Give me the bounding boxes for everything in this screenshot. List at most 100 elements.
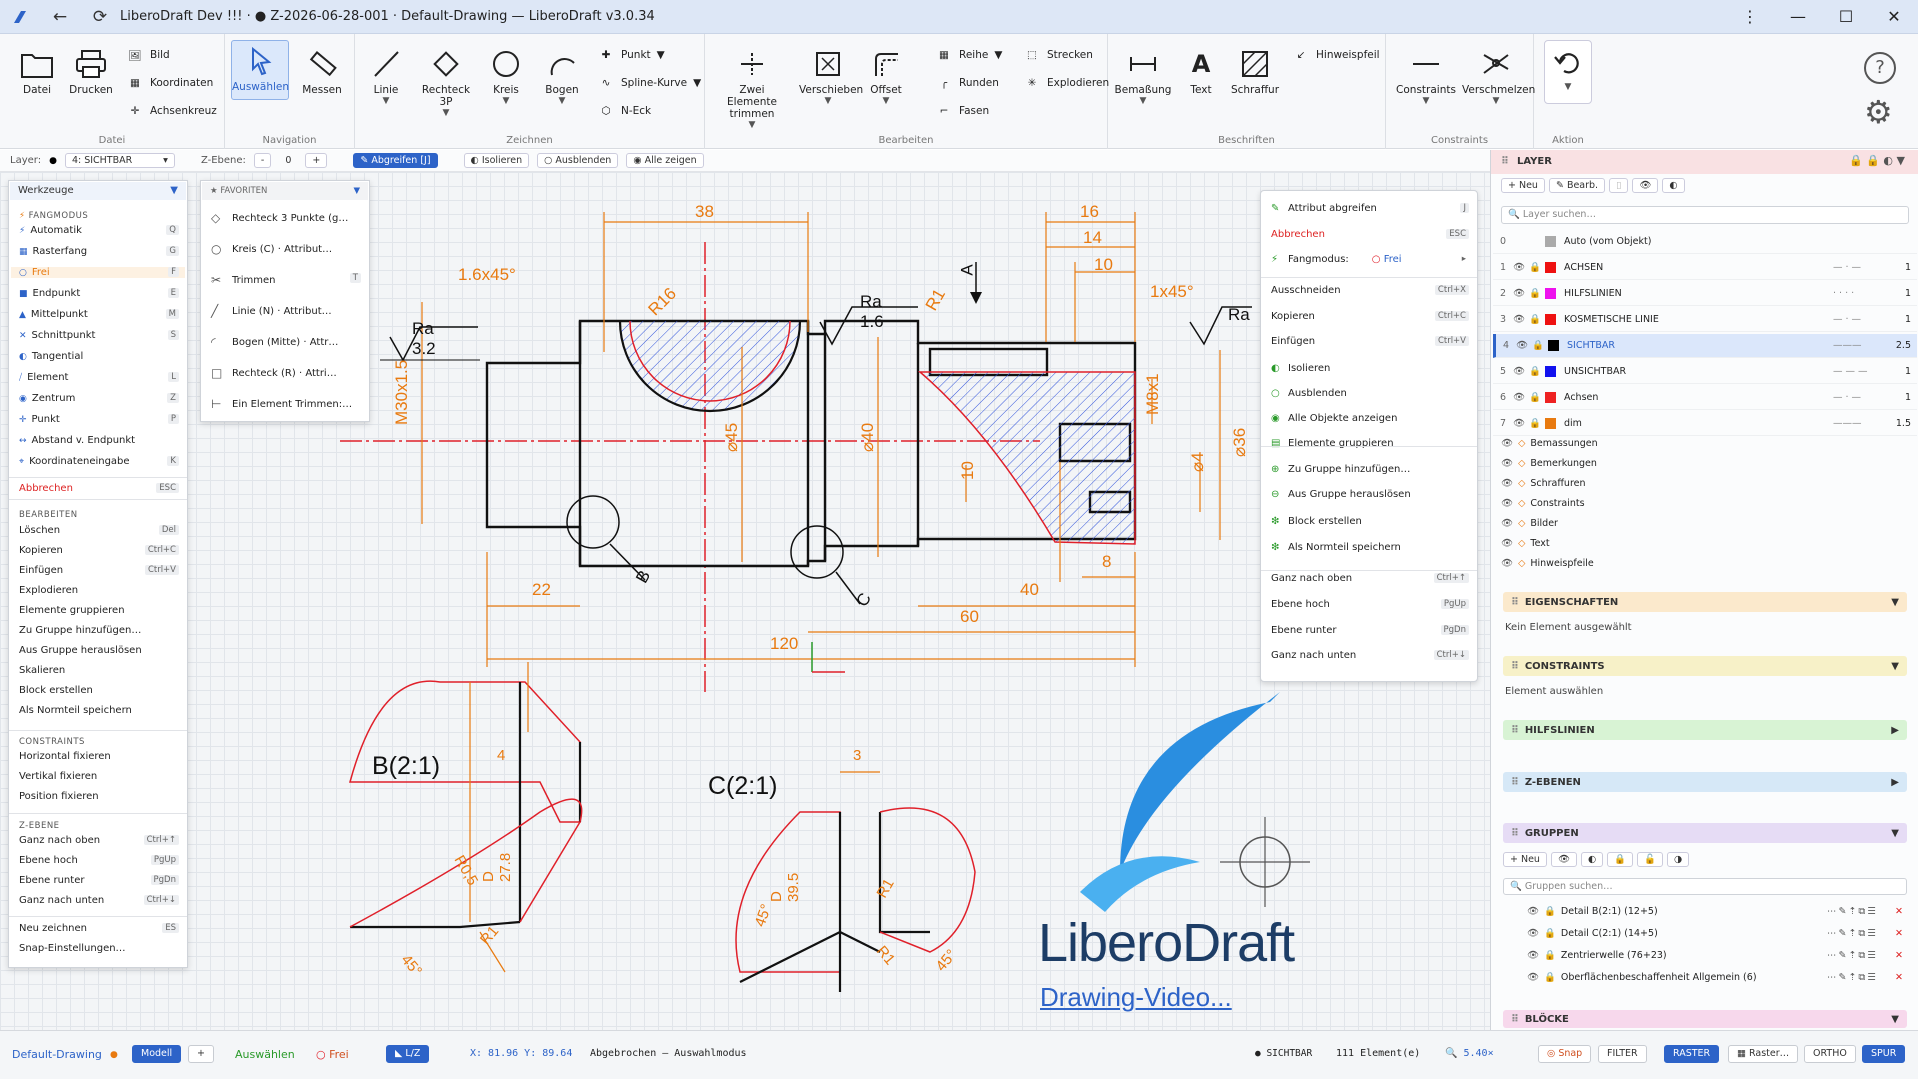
layer-color-swatch[interactable]: [1545, 236, 1556, 247]
group-row[interactable]: 👁 🔒 Detail C(2:1) (14+5) ⋯✎⇡⧉☰ ✕: [1527, 928, 1903, 939]
delete-icon[interactable]: ✕: [1895, 950, 1903, 961]
fang-item[interactable]: ✕ Schnittpunkt: [19, 330, 95, 341]
constraint-item[interactable]: Position fixieren: [19, 791, 99, 802]
status-drawing-name[interactable]: Default-Drawing: [12, 1048, 102, 1061]
group-select-icon[interactable]: ◑: [1667, 852, 1690, 867]
favorite-item[interactable]: ⊢ Ein Element Trimmen:…: [211, 397, 352, 411]
context-menu-item[interactable]: ❇ Block erstellen: [1271, 516, 1362, 527]
snap-toggle[interactable]: ◎ Snap: [1538, 1045, 1592, 1063]
layer-category-row[interactable]: 👁 ◇ Text: [1501, 538, 1550, 549]
reload-icon[interactable]: ⟳: [80, 0, 120, 34]
layer-color-swatch[interactable]: [1545, 262, 1556, 273]
delete-icon[interactable]: ✕: [1895, 972, 1903, 983]
verschmelzen-button[interactable]: Verschmelzen ▼: [1462, 44, 1535, 106]
bearbeiten-item[interactable]: Zu Gruppe hinzufügen…: [19, 625, 141, 636]
layer-color-swatch[interactable]: [1545, 288, 1556, 299]
group-row-actions[interactable]: ⋯✎⇡⧉☰: [1827, 950, 1878, 961]
context-menu-item[interactable]: Ganz nach unten: [1271, 650, 1356, 661]
text-button[interactable]: A Text: [1172, 44, 1230, 96]
lock-icon[interactable]: 🔒: [1529, 392, 1545, 403]
constraints-section[interactable]: ⠿ CONSTRAINTS ▼: [1503, 656, 1907, 676]
fang-item[interactable]: ⚡ Automatik: [19, 225, 82, 236]
fang-item[interactable]: ⌖ Koordinateneingabe: [19, 456, 130, 467]
eye-icon[interactable]: 👁: [1516, 340, 1532, 351]
bearbeiten-item[interactable]: Löschen: [19, 525, 60, 536]
bearbeiten-item[interactable]: Explodieren: [19, 585, 78, 596]
back-icon[interactable]: ←: [40, 0, 80, 34]
neu-zeichnen-item[interactable]: Neu zeichnen: [19, 923, 87, 934]
eye-icon[interactable]: 👁: [1501, 438, 1513, 449]
group-row-actions[interactable]: ⋯✎⇡⧉☰: [1827, 906, 1878, 917]
group-row-actions[interactable]: ⋯✎⇡⧉☰: [1827, 972, 1878, 983]
context-menu-item[interactable]: ○ Ausblenden: [1271, 388, 1347, 399]
eye-icon[interactable]: 👁: [1513, 418, 1529, 429]
linie-button[interactable]: Linie ▼: [357, 44, 415, 106]
context-menu-item[interactable]: ◉ Alle Objekte anzeigen: [1271, 413, 1397, 424]
lock-icon[interactable]: 🔒: [1544, 950, 1556, 961]
snap-einstellungen-item[interactable]: Snap-Einstellungen…: [19, 943, 126, 954]
layer-row[interactable]: 5 👁 🔒 UNSICHTBAR — — — 1: [1493, 360, 1917, 384]
eigenschaften-section[interactable]: ⠿ EIGENSCHAFTEN ▼: [1503, 592, 1907, 612]
layer-row[interactable]: 6 👁 🔒 Achsen — · — 1: [1493, 386, 1917, 410]
ausblenden-button[interactable]: ○ Ausblenden: [537, 153, 619, 168]
spur-toggle[interactable]: SPUR: [1862, 1045, 1906, 1063]
achsenkreuz-button[interactable]: ✛ Achsenkreuz: [126, 102, 217, 120]
favorite-item[interactable]: ◇ Rechteck 3 Punkte (g…: [211, 211, 348, 225]
group-visibility-icon[interactable]: 👁: [1550, 852, 1578, 867]
bemassung-button[interactable]: Bemaßung ▼: [1114, 44, 1172, 106]
isolieren-button[interactable]: ◐ Isolieren: [463, 153, 530, 168]
layer-visibility-icon[interactable]: 👁: [1632, 178, 1659, 193]
runden-button[interactable]: ╭ Runden: [935, 74, 999, 92]
eye-icon[interactable]: 👁: [1501, 538, 1513, 549]
layer-select[interactable]: 4: SICHTBAR ▾: [64, 153, 175, 168]
layer-color-swatch[interactable]: [1545, 366, 1556, 377]
drawing-video-link[interactable]: Drawing-Video...: [1040, 982, 1232, 1013]
lock-icon[interactable]: 🔒: [1544, 928, 1556, 939]
fang-item[interactable]: ✛ Punkt: [19, 414, 60, 425]
bearbeiten-item[interactable]: Skalieren: [19, 665, 65, 676]
bearbeiten-item[interactable]: Block erstellen: [19, 685, 93, 696]
bild-button[interactable]: 🖼 Bild: [126, 46, 169, 64]
fang-item[interactable]: ○ Frei: [11, 267, 185, 278]
bearbeiten-item[interactable]: Kopieren: [19, 545, 63, 556]
bogen-button[interactable]: Bogen ▼: [533, 44, 591, 106]
explodieren-button[interactable]: ✳ Explodieren: [1023, 74, 1110, 92]
context-menu-item[interactable]: ❇ Als Normteil speichern: [1271, 542, 1401, 553]
context-menu-item[interactable]: ⚡ Fangmodus: ○ Frei: [1271, 254, 1402, 265]
lock-icon[interactable]: 🔒: [1529, 314, 1545, 325]
reihe-button[interactable]: ▦ Reihe ▼: [935, 46, 1002, 64]
raster-settings-button[interactable]: ▦ Raster…: [1728, 1045, 1799, 1063]
bearbeiten-item[interactable]: Elemente gruppieren: [19, 605, 125, 616]
bearbeiten-item[interactable]: Als Normteil speichern: [19, 705, 132, 716]
lock-icon[interactable]: 🔒: [1532, 340, 1548, 351]
layer-edit-button[interactable]: ✎ Bearb.: [1548, 178, 1606, 193]
punkt-button[interactable]: ✚ Punkt ▼: [597, 46, 665, 64]
constraint-item[interactable]: Vertikal fixieren: [19, 771, 97, 782]
eye-icon[interactable]: 👁: [1501, 558, 1513, 569]
fang-item[interactable]: ⧸ Element: [19, 372, 68, 383]
verschieben-button[interactable]: Verschieben ▼: [799, 44, 863, 106]
favorite-item[interactable]: ✂ Trimmen: [211, 273, 276, 287]
layer-row[interactable]: 2 👁 🔒 HILFSLINIEN · · · · 1: [1493, 282, 1917, 306]
eye-icon[interactable]: 👁: [1527, 950, 1539, 961]
add-layout-button[interactable]: +: [188, 1045, 214, 1063]
rechteck3p-button[interactable]: Rechteck 3P ▼: [417, 44, 475, 118]
context-menu-item[interactable]: Abbrechen: [1271, 229, 1325, 240]
layer-panel-header[interactable]: ⠿ LAYER 🔒 🔒 ◐ ▼: [1491, 150, 1918, 174]
raster-toggle[interactable]: RASTER: [1664, 1045, 1720, 1063]
layer-row[interactable]: 3 👁 🔒 KOSMETISCHE LINIE — · — 1: [1493, 308, 1917, 332]
hilfslinien-section[interactable]: ⠿ HILFSLINIEN ▶: [1503, 720, 1907, 740]
delete-icon[interactable]: ✕: [1895, 928, 1903, 939]
status-zoom[interactable]: 🔍 5.40×: [1445, 1048, 1494, 1059]
offset-button[interactable]: Offset ▼: [857, 44, 915, 106]
constraints-button[interactable]: Constraints ▼: [1394, 44, 1458, 106]
layer-category-row[interactable]: 👁 ◇ Bemassungen: [1501, 438, 1598, 449]
favorite-item[interactable]: ╱ Linie (N) · Attribut…: [211, 304, 332, 318]
bearbeiten-item[interactable]: Aus Gruppe herauslösen: [19, 645, 142, 656]
context-menu-item[interactable]: Ausschneiden: [1271, 285, 1341, 296]
eye-icon[interactable]: 👁: [1501, 478, 1513, 489]
layer-category-row[interactable]: 👁 ◇ Bemerkungen: [1501, 458, 1597, 469]
layer-row[interactable]: 0 Auto (vom Objekt): [1493, 230, 1917, 254]
context-menu-item[interactable]: Kopieren: [1271, 311, 1315, 322]
neck-button[interactable]: ⬡ N-Eck: [597, 102, 651, 120]
